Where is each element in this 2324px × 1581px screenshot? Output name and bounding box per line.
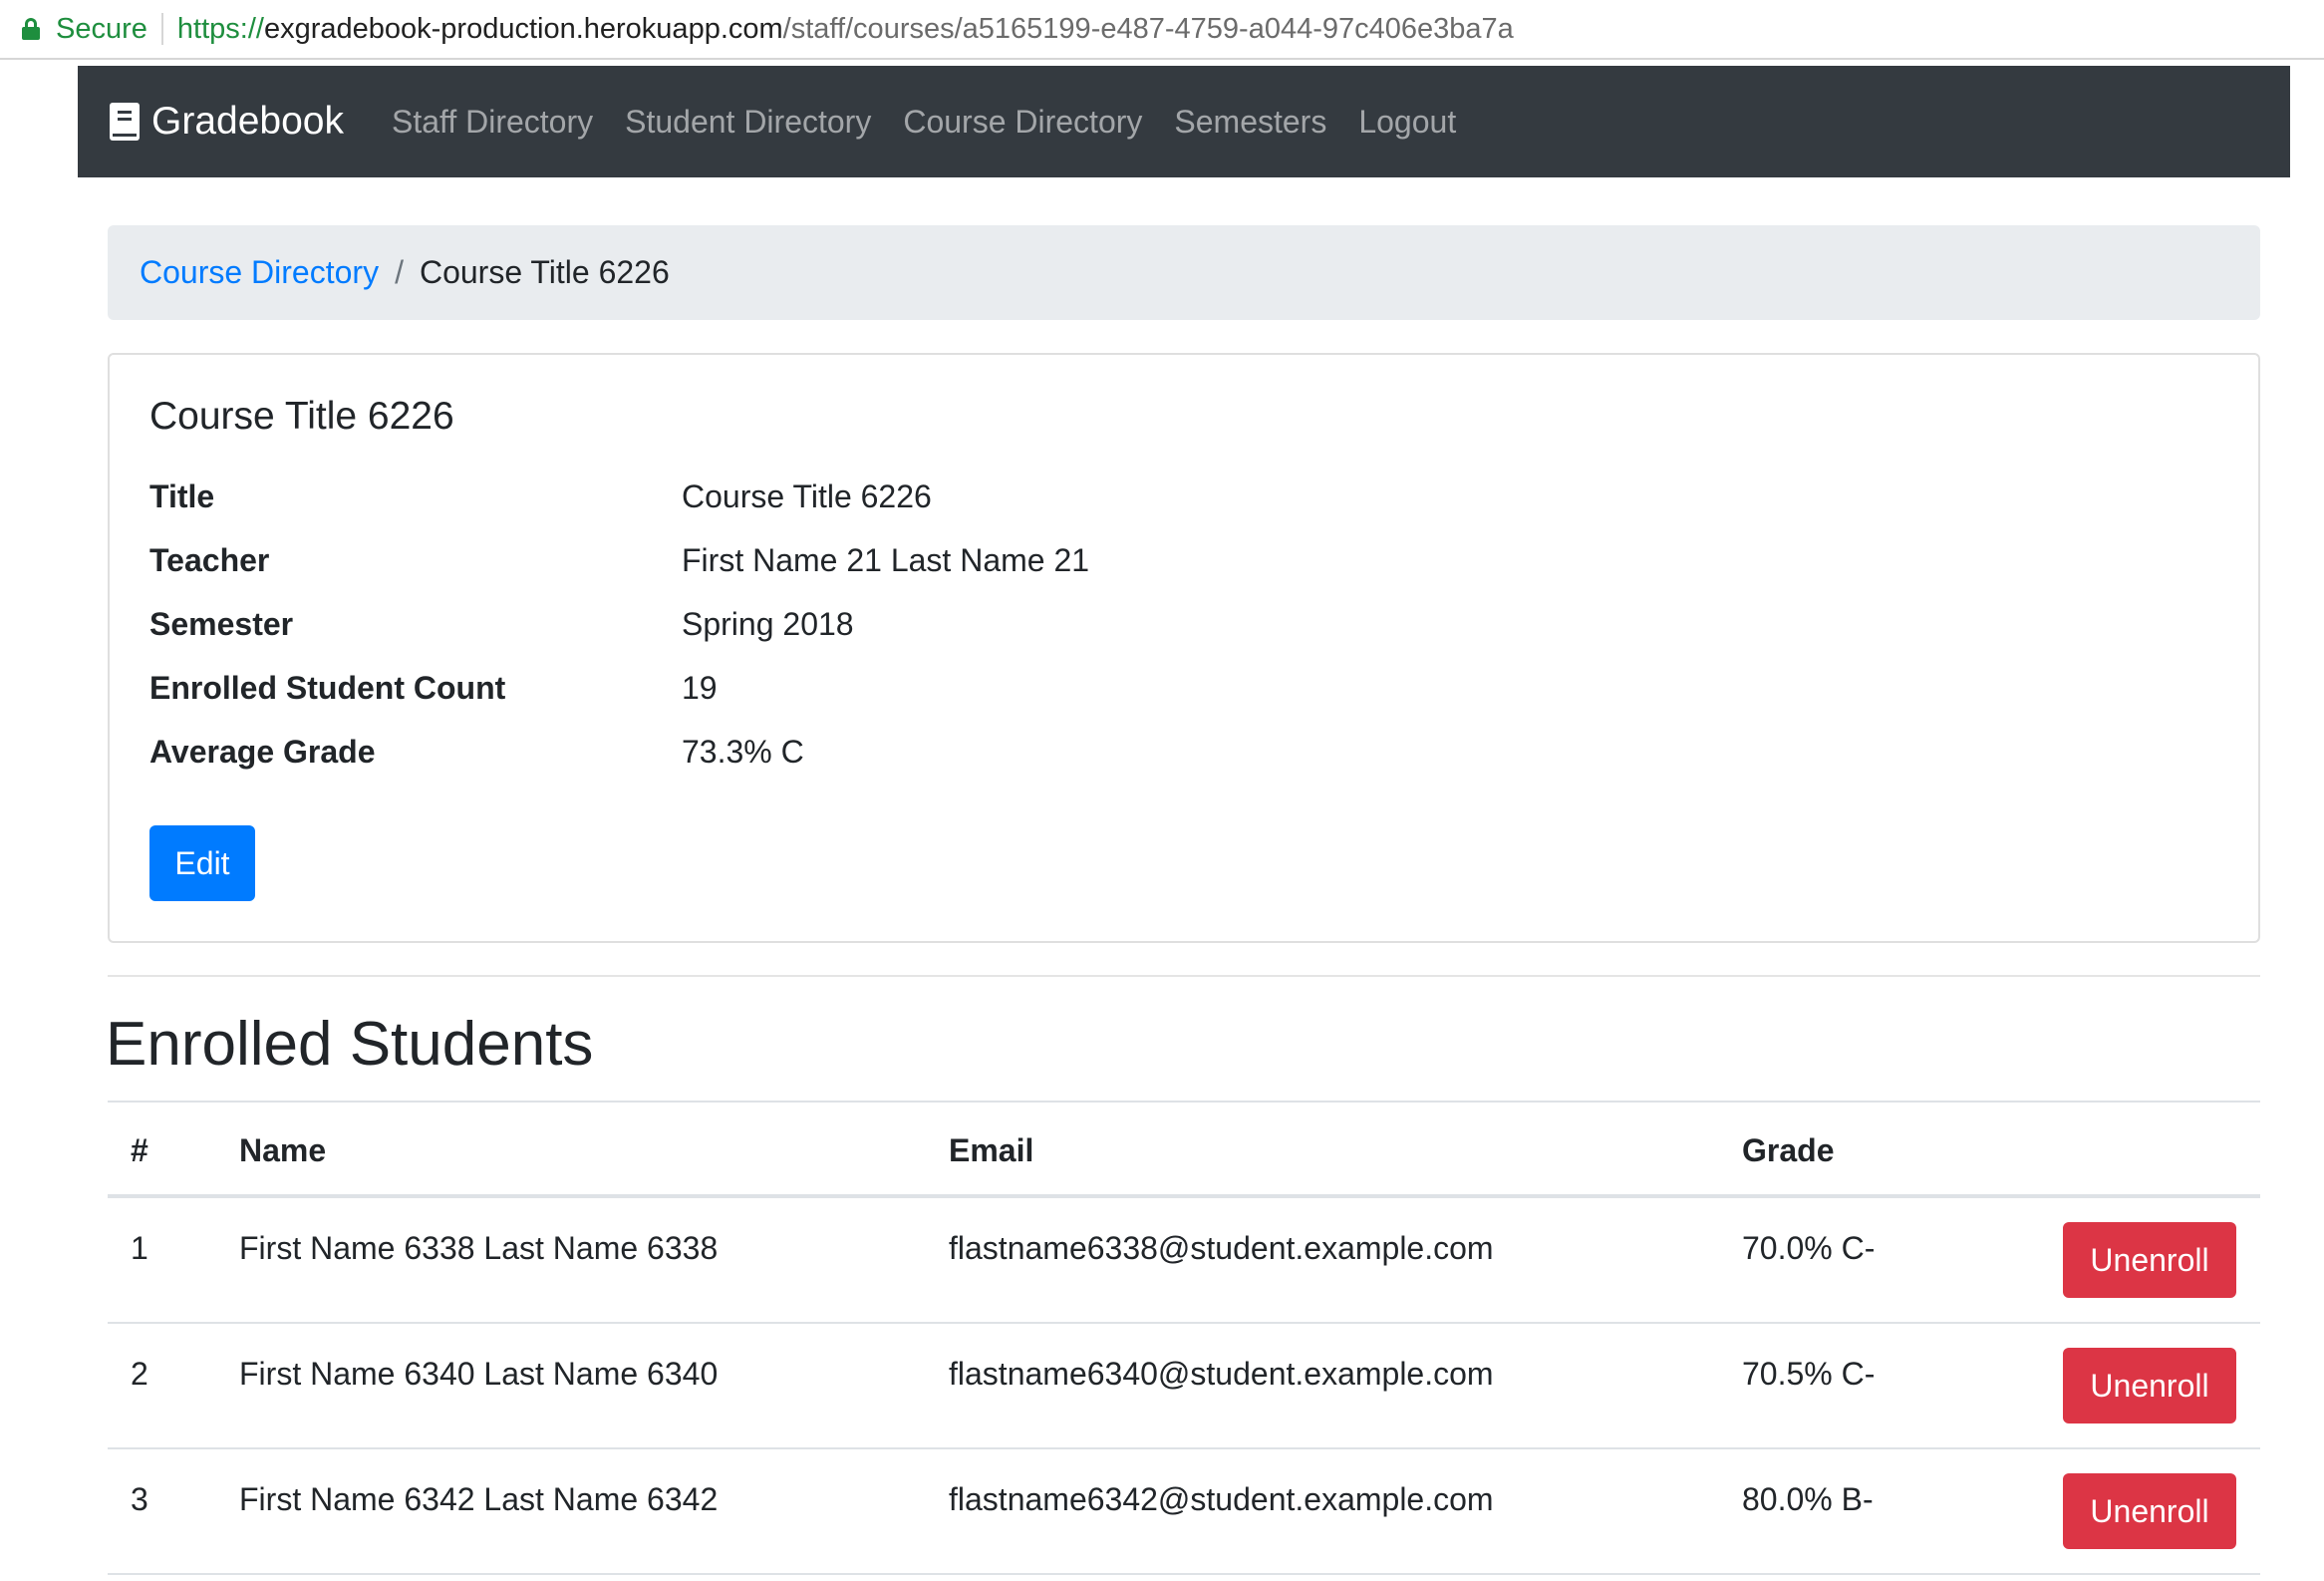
secure-label: Secure (56, 12, 147, 45)
table-row: 3 First Name 6342 Last Name 6342 flastna… (108, 1449, 2260, 1575)
row-number: 2 (131, 1356, 148, 1392)
browser-address-bar[interactable]: Secure https://exgradebook-production.he… (0, 0, 2324, 60)
student-email: flastname6340@student.example.com (949, 1356, 1494, 1392)
detail-label: Teacher (149, 542, 270, 578)
url-text[interactable]: https://exgradebook-production.herokuapp… (177, 13, 1514, 46)
unenroll-button[interactable]: Unenroll (2063, 1473, 2236, 1549)
course-heading: Course Title 6226 (149, 395, 454, 438)
detail-value: 73.3% C (682, 734, 804, 770)
student-email: flastname6342@student.example.com (949, 1481, 1494, 1517)
brand-label: Gradebook (151, 100, 344, 143)
detail-row-teacher: Teacher First Name 21 Last Name 21 (149, 542, 1089, 579)
column-header-number: # (131, 1132, 148, 1168)
student-grade: 80.0% B- (1742, 1481, 1874, 1517)
column-header-name: Name (239, 1132, 327, 1168)
address-divider (160, 13, 163, 45)
student-name: First Name 6340 Last Name 6340 (239, 1356, 719, 1392)
detail-label: Enrolled Student Count (149, 670, 506, 706)
lock-icon (22, 18, 40, 40)
breadcrumb-separator: / (395, 254, 404, 290)
divider (108, 975, 2260, 977)
student-name: First Name 6338 Last Name 6338 (239, 1230, 719, 1266)
breadcrumb-current: Course Title 6226 (419, 254, 670, 290)
nav-link-logout[interactable]: Logout (1358, 104, 1456, 141)
detail-row-enrolled-count: Enrolled Student Count 19 (149, 670, 718, 707)
table-row: 1 First Name 6338 Last Name 6338 flastna… (108, 1198, 2260, 1324)
nav-link-semesters[interactable]: Semesters (1174, 104, 1326, 141)
detail-label: Title (149, 478, 215, 514)
detail-value: 19 (682, 670, 718, 706)
student-name: First Name 6342 Last Name 6342 (239, 1481, 719, 1517)
nav-links: Staff Directory Student Directory Course… (392, 104, 1488, 141)
nav-link-course-directory[interactable]: Course Directory (903, 104, 1142, 141)
breadcrumb: Course Directory / Course Title 6226 (108, 225, 2260, 320)
column-header-grade: Grade (1742, 1132, 1835, 1168)
unenroll-button[interactable]: Unenroll (2063, 1222, 2236, 1298)
enrolled-students-heading: Enrolled Students (106, 1010, 594, 1079)
column-header-email: Email (949, 1132, 1034, 1168)
brand-link[interactable]: Gradebook (110, 100, 344, 144)
nav-link-student-directory[interactable]: Student Directory (625, 104, 871, 141)
top-navbar: Gradebook Staff Directory Student Direct… (78, 66, 2290, 177)
detail-label: Average Grade (149, 734, 376, 770)
student-grade: 70.5% C- (1742, 1356, 1876, 1392)
detail-value: First Name 21 Last Name 21 (682, 542, 1090, 578)
detail-value: Spring 2018 (682, 606, 854, 642)
course-details-card: Course Title 6226 Title Course Title 622… (108, 353, 2260, 943)
student-email: flastname6338@student.example.com (949, 1230, 1494, 1266)
detail-label: Semester (149, 606, 294, 642)
table-header: # Name Email Grade (108, 1101, 2260, 1198)
row-number: 1 (131, 1230, 148, 1266)
breadcrumb-course-directory[interactable]: Course Directory (140, 254, 379, 291)
nav-link-staff-directory[interactable]: Staff Directory (392, 104, 593, 141)
detail-row-title: Title Course Title 6226 (149, 478, 932, 515)
student-grade: 70.0% C- (1742, 1230, 1876, 1266)
edit-button[interactable]: Edit (149, 825, 255, 901)
enrolled-students-table: # Name Email Grade 1 First Name 6338 Las… (108, 1101, 2260, 1575)
detail-row-average-grade: Average Grade 73.3% C (149, 734, 804, 771)
unenroll-button[interactable]: Unenroll (2063, 1348, 2236, 1423)
table-row: 2 First Name 6340 Last Name 6340 flastna… (108, 1324, 2260, 1449)
detail-row-semester: Semester Spring 2018 (149, 606, 854, 643)
book-icon (110, 103, 140, 141)
detail-value: Course Title 6226 (682, 478, 932, 514)
row-number: 3 (131, 1481, 148, 1517)
